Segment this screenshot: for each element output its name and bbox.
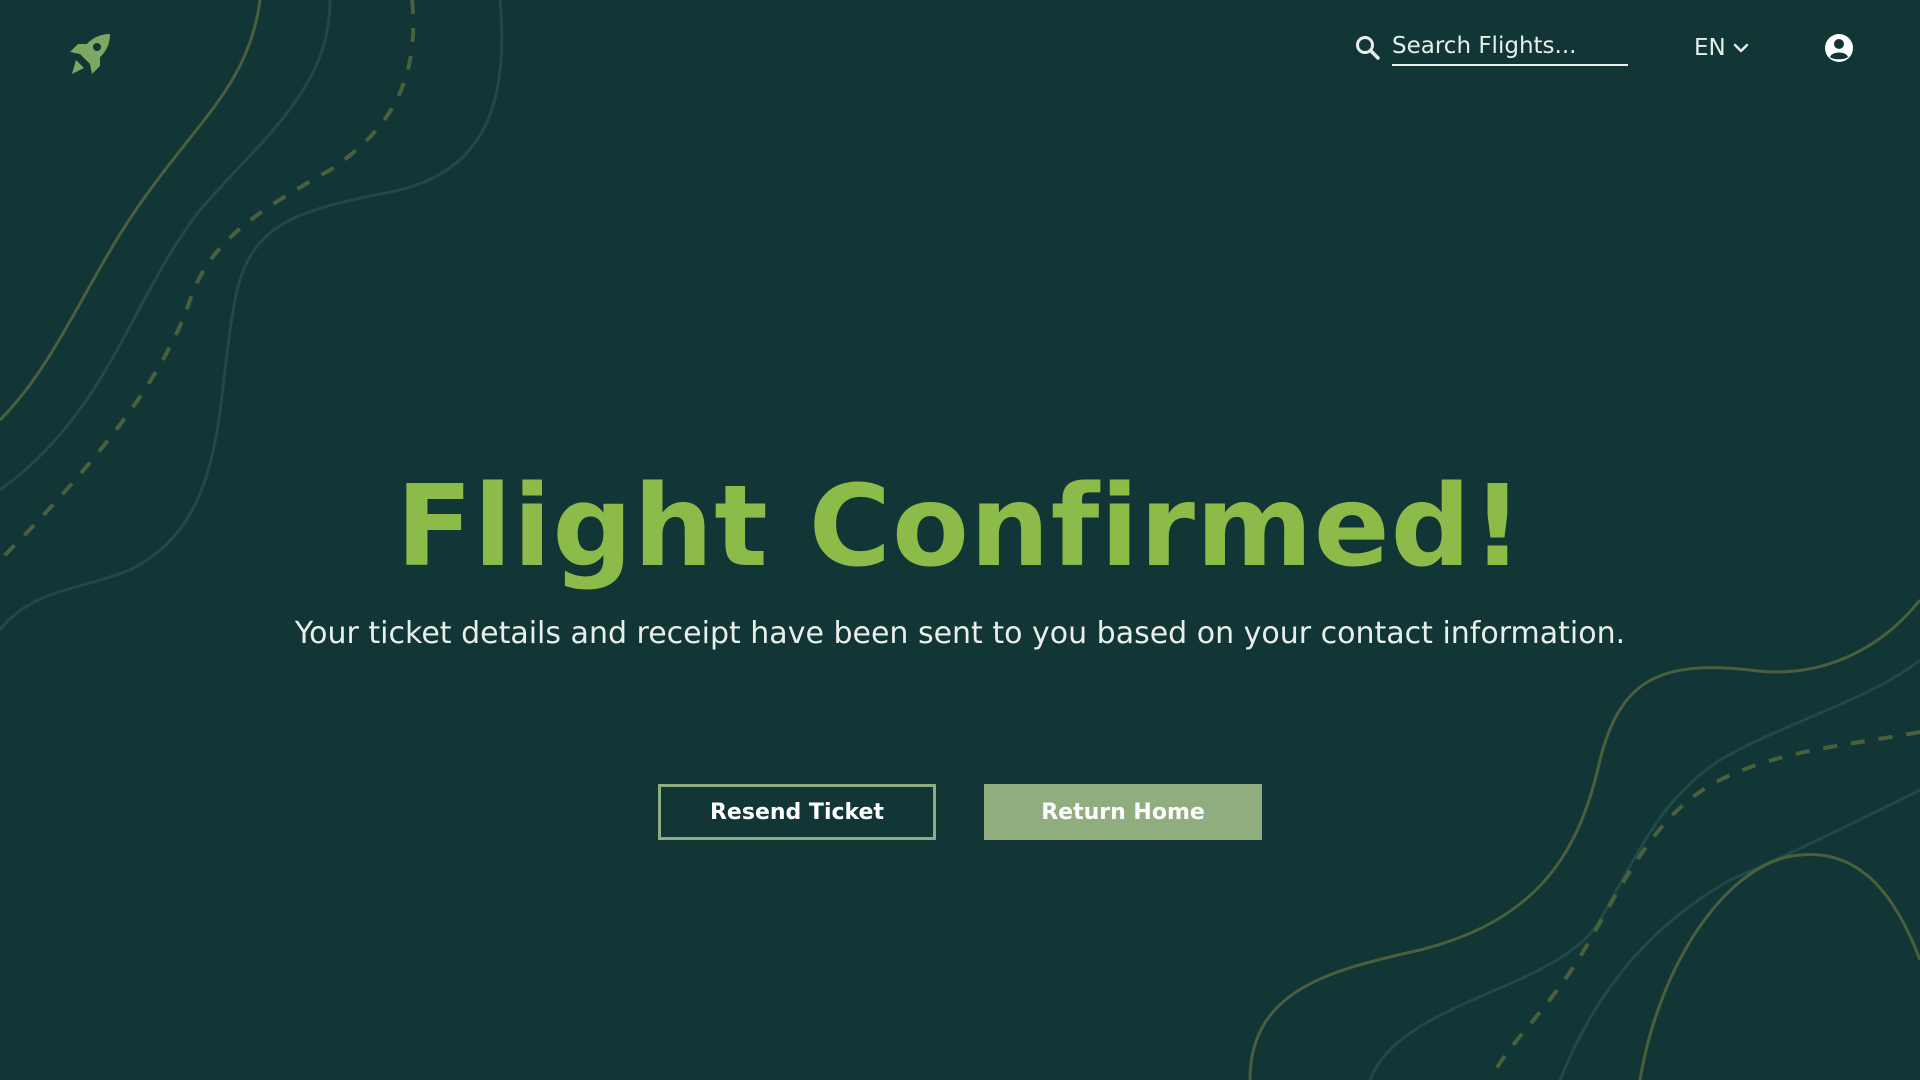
language-selector[interactable]: EN xyxy=(1694,32,1750,64)
search-icon[interactable] xyxy=(1354,34,1382,62)
chevron-down-icon xyxy=(1733,43,1748,53)
confirmation-page: EN Flight Confirmed! Your ticket details… xyxy=(0,0,1920,1080)
confirmation-message: Your ticket details and receipt have bee… xyxy=(294,616,1626,651)
search-input[interactable] xyxy=(1392,30,1628,66)
logo[interactable] xyxy=(62,30,114,82)
user-circle-icon xyxy=(1825,34,1853,62)
search-bar xyxy=(1354,30,1634,66)
resend-ticket-button[interactable]: Resend Ticket xyxy=(658,784,936,840)
language-label: EN xyxy=(1694,35,1726,61)
return-home-button[interactable]: Return Home xyxy=(984,784,1262,840)
rocket-icon xyxy=(70,34,110,74)
account-button[interactable] xyxy=(1824,33,1854,63)
page-title: Flight Confirmed! xyxy=(396,462,1524,592)
